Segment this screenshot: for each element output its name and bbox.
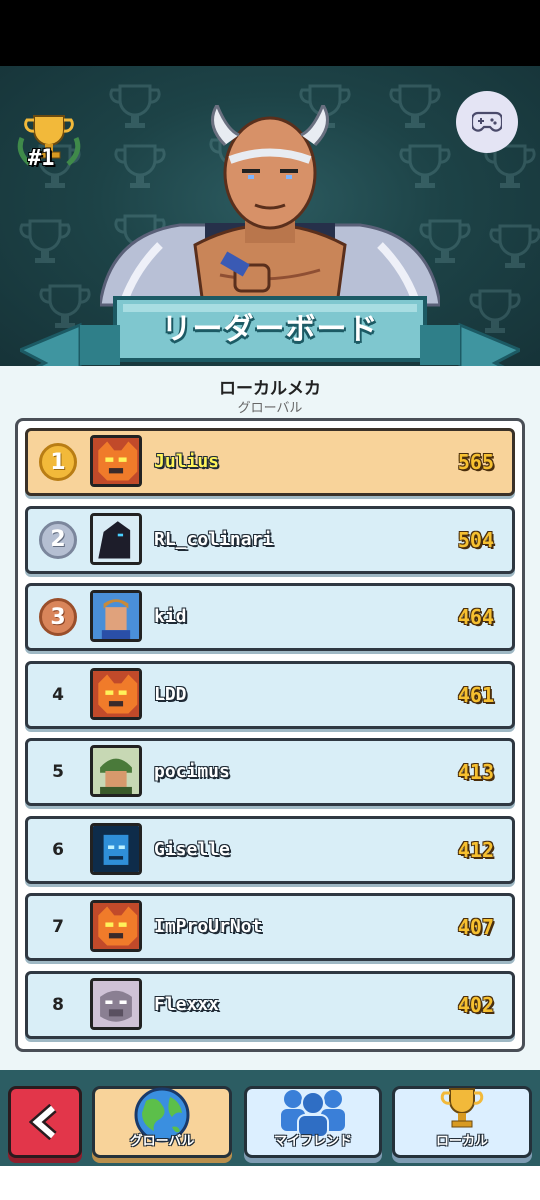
player-avatar <box>90 512 142 565</box>
leaderboard-row[interactable]: 8 Flexxx 402 <box>25 970 515 1039</box>
player-score: 464 <box>457 605 494 629</box>
player-avatar <box>90 977 142 1030</box>
rank-number: 4 <box>52 684 64 705</box>
status-bar <box>0 0 540 66</box>
leaderboard-row[interactable]: 7 ImProUrNot 407 <box>25 893 515 961</box>
system-navigation-bar <box>0 1166 540 1200</box>
leaderboard-row[interactable]: 5 pocimus 413 <box>25 738 515 806</box>
player-score: 504 <box>457 527 494 552</box>
rank-cell: 1 <box>28 431 88 493</box>
leaderboard-title: リーダーボード <box>161 312 379 347</box>
tab-global[interactable]: グローバル <box>92 1086 232 1158</box>
rank-number: 8 <box>52 994 64 1015</box>
player-avatar <box>90 435 142 487</box>
player-score: 412 <box>457 837 494 862</box>
rank-number: 5 <box>52 762 64 782</box>
player-name: Flexxx <box>154 993 220 1015</box>
player-name: Giselle <box>154 838 230 860</box>
silver-medal-icon: 2 <box>39 520 77 559</box>
rank-number: 7 <box>52 917 64 937</box>
bronze-medal-icon: 3 <box>39 598 77 636</box>
section-subtitle: グローバル <box>237 401 303 416</box>
rank-cell: 4 <box>28 664 88 726</box>
leaderboard-row[interactable]: 1 Julius 565 <box>25 428 515 496</box>
rank-number: 6 <box>52 839 64 860</box>
gamepad-icon <box>472 111 502 132</box>
back-button[interactable] <box>8 1086 82 1158</box>
leaderboard-row[interactable]: 6 Giselle 412 <box>25 815 515 884</box>
tab-my-friends-label: マイフレンド <box>273 1134 352 1149</box>
rank-cell: 7 <box>28 896 88 958</box>
player-score: 565 <box>457 450 494 474</box>
tab-local[interactable]: ローカル <box>392 1086 532 1158</box>
player-rank: #1 <box>28 146 55 171</box>
tab-my-friends[interactable]: マイフレンド <box>244 1086 382 1158</box>
player-avatar <box>90 745 142 797</box>
player-name: pocimus <box>154 761 230 782</box>
leaderboard-row[interactable]: 4 LDD 461 <box>25 660 515 729</box>
rank-cell: 6 <box>28 819 88 881</box>
tab-global-label: グローバル <box>129 1134 195 1149</box>
player-avatar <box>90 667 142 720</box>
section-title: ローカルメカ <box>219 379 321 399</box>
rank-cell: 2 <box>28 509 88 571</box>
player-name: RL_colinari <box>154 528 274 550</box>
leaderboard-row[interactable]: 3 kid 464 <box>25 583 515 651</box>
leaderboard-row[interactable]: 2 RL_colinari 504 <box>25 505 515 574</box>
player-avatar <box>90 822 142 875</box>
player-score: 413 <box>457 760 494 784</box>
player-name: LDD <box>154 683 187 705</box>
player-score: 461 <box>457 682 494 707</box>
player-avatar <box>90 590 142 642</box>
player-score: 402 <box>457 992 494 1017</box>
rank-cell: 8 <box>28 974 88 1036</box>
rank-cell: 5 <box>28 741 88 803</box>
gold-medal-icon: 1 <box>39 443 77 481</box>
player-name: ImProUrNot <box>154 916 263 937</box>
player-name: Julius <box>154 451 220 472</box>
game-center-button[interactable] <box>456 91 518 153</box>
tab-local-label: ローカル <box>435 1134 488 1149</box>
rank-cell: 3 <box>28 586 88 648</box>
player-score: 407 <box>457 915 494 939</box>
trophy-icon <box>440 1088 484 1128</box>
player-avatar <box>90 900 142 952</box>
player-name: kid <box>154 606 187 627</box>
chevron-left-icon <box>29 1104 57 1140</box>
